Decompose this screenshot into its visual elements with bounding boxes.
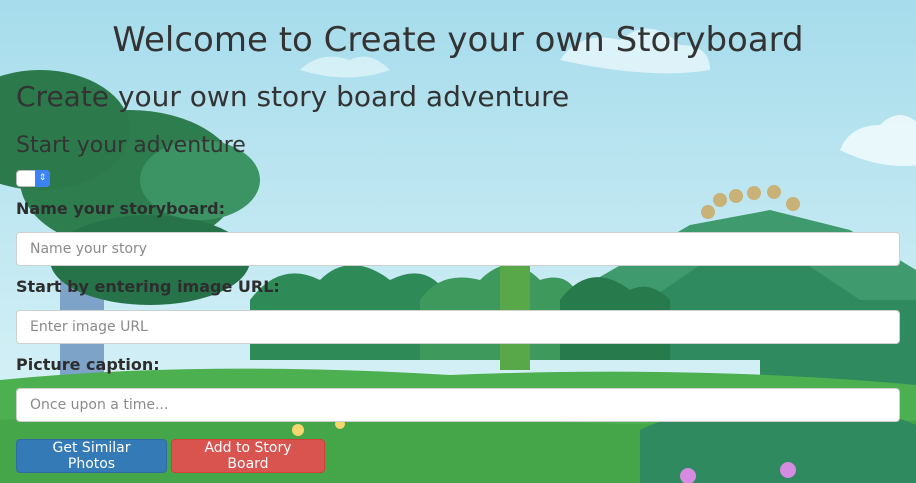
name-label: Name your storyboard: (16, 199, 226, 218)
story-select[interactable]: ⇕ (16, 170, 50, 187)
select-arrows-icon: ⇕ (35, 170, 50, 187)
add-to-story-board-button[interactable]: Add to Story Board (171, 439, 325, 473)
storyboard-page: Welcome to Create your own Storyboard Cr… (0, 0, 916, 483)
caption-input[interactable] (16, 388, 900, 422)
page-subtitle: Create your own story board adventure (16, 80, 570, 113)
get-similar-photos-button[interactable]: Get Similar Photos (16, 439, 167, 473)
caption-label: Picture caption: (16, 355, 160, 374)
section-heading: Start your adventure (16, 133, 246, 158)
name-input[interactable] (16, 232, 900, 266)
image-url-input[interactable] (16, 310, 900, 344)
image-url-label: Start by entering image URL: (16, 277, 280, 296)
page-title: Welcome to Create your own Storyboard (112, 20, 804, 60)
